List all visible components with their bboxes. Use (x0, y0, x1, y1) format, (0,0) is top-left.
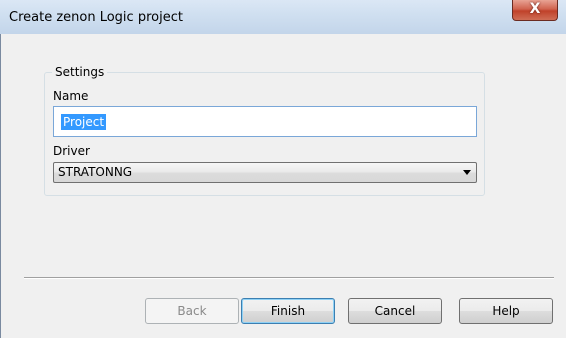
title-bar[interactable]: Create zenon Logic project X (0, 0, 566, 34)
button-separator (24, 277, 554, 279)
settings-group-label: Settings (52, 65, 108, 79)
chevron-down-icon[interactable] (463, 170, 471, 175)
close-icon: X (529, 1, 541, 17)
back-button[interactable]: Back (145, 298, 239, 324)
finish-button[interactable]: Finish (241, 298, 335, 324)
driver-label: Driver (53, 144, 90, 158)
window-title: Create zenon Logic project (9, 10, 183, 25)
name-label: Name (53, 89, 89, 103)
cancel-button[interactable]: Cancel (348, 298, 442, 324)
help-button[interactable]: Help (459, 298, 553, 324)
name-input[interactable]: Project (53, 106, 477, 137)
name-input-value: Project (61, 114, 107, 130)
close-button[interactable]: X (512, 0, 558, 21)
driver-select[interactable]: STRATONNG (53, 162, 477, 183)
dialog-window: Create zenon Logic project X Settings Na… (0, 0, 566, 338)
driver-selected-value: STRATONNG (58, 165, 133, 179)
window-border (0, 34, 1, 338)
